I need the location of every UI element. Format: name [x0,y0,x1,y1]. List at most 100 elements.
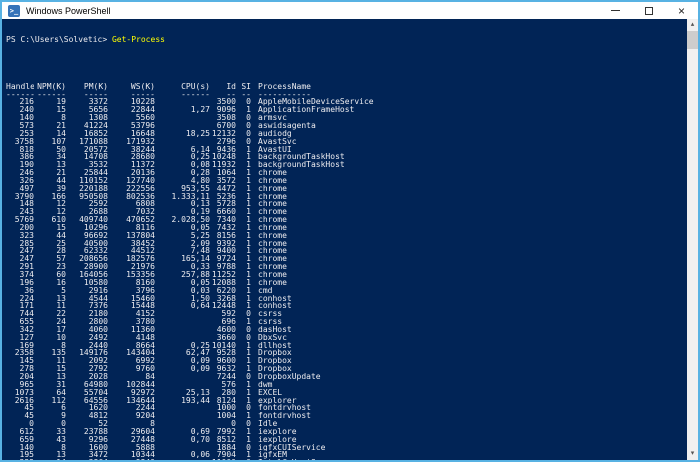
process-row: 2291428649840 110000IntelCpHeciSvc [6,459,687,460]
prompt-line: PS C:\Users\Solvetic> Get-Process [6,34,687,44]
process-row-cell: 1 [246,357,251,366]
process-row-cell: conhost [258,294,292,303]
process-row-cell: 323 [19,231,34,240]
process-row-cell: 15460 [130,294,155,303]
process-row-cell: 696 [221,318,236,326]
process-row-cell: DbxSvc [258,333,287,342]
process-row-cell: 0 [61,420,66,428]
process-row-cell: 140 [19,443,34,452]
prompt: PS C:\Users\Solvetic> [6,34,112,44]
process-row-cell: 21 [56,169,66,177]
maximize-button[interactable] [632,2,665,19]
scroll-down-icon[interactable]: ▾ [687,448,698,460]
process-row: 169 8 2440 8664 0,25 10140 1 dllhost [6,342,687,350]
process-row-cell [155,412,210,420]
process-row-cell: 2864 [66,459,108,460]
process-row-cell: dwm [258,380,273,389]
scrollbar-thumb[interactable] [687,31,698,49]
process-row-cell: 2180 [88,310,108,319]
process-row-cell: 44 [56,231,66,240]
process-row-cell: fontdrvhost [258,412,311,421]
titlebar[interactable]: >_ Windows PowerShell × [2,2,698,19]
process-row-cell: 278 [19,365,34,373]
process-row-cell: 92972 [130,388,155,397]
process-row-cell: 8156 [216,231,236,240]
process-row-cell: 0,05 [190,223,210,232]
process-row-cell: 3758 [14,137,34,146]
process-row-cell: 1 [246,263,251,271]
close-button[interactable]: × [665,2,698,19]
process-row: 3790 166 950508 802536 1.333,11 5236 1 chrome [6,193,687,201]
process-row-cell: 10 [56,333,66,342]
process-row: 246 21 25844 20136 0,28 1064 1 chrome [6,169,687,177]
process-row-cell: 64980 [83,380,108,389]
process-row: 965 31 64980 102844 576 1 dwm [6,381,687,389]
process-row-cell: 6660 [216,208,236,217]
process-row-cell: 0 [231,420,236,428]
process-row-cell: 11932 [211,161,236,170]
process-row-cell: 9392 [216,239,236,248]
process-row-cell: 57 [56,255,66,264]
process-row-cell: 9632 [216,365,236,373]
table-underline-row-cell: -- [241,90,251,99]
process-row-cell: 1 [246,231,251,240]
process-row-cell: 25 [56,239,66,248]
process-row-cell: 1884 [216,443,236,452]
process-row-cell [155,114,210,122]
process-row-cell: 0,69 [190,427,210,436]
process-row-cell: 9204 [135,412,155,421]
process-row-cell: 45 [24,404,34,413]
process-row-cell: 12 [56,208,66,217]
process-row-cell: 3268 [216,294,236,303]
process-row-cell: 1 [246,278,251,287]
process-row-cell: 573 [19,121,34,130]
scrollbar[interactable]: ▴ ▾ [687,19,698,460]
process-row-cell: 950508 [79,192,108,201]
process-row-cell [155,404,210,412]
table-underline-row-cell: ----- [83,90,108,99]
process-row-cell: 0,25 [190,153,210,162]
process-row-cell: 41224 [83,121,108,130]
process-row-cell: 8124 [216,396,236,405]
maximize-icon [644,6,653,15]
process-row-cell: 1 [246,255,251,264]
process-row-cell: dllhost [258,341,292,350]
process-row-cell: 8 [61,114,66,122]
process-row-cell: 0,25 [190,341,210,350]
process-row-cell: 5656 [88,106,108,115]
process-row-cell: 4472 [216,184,236,193]
process-row-cell: 7432 [216,223,236,232]
process-row-cell: 576 [221,380,236,389]
process-row-cell: 5728 [216,200,236,209]
process-row-cell: 0 [246,443,251,452]
process-row-cell: 40500 [83,239,108,248]
table-underline-row-cell: ------ [37,90,66,99]
process-row-cell: 1 [246,200,251,209]
process-row-cell [155,381,210,389]
process-row-cell: 22 [56,310,66,319]
process-row-cell: chrome [258,176,287,185]
process-row-cell: iexplore [258,427,297,436]
process-row-cell: 1.333,11 [171,192,210,201]
process-row-cell: 171088 [79,137,108,146]
process-row: 247 57 208656 182576 165,14 9724 1 chrome [6,255,687,263]
scroll-up-icon[interactable]: ▴ [687,19,698,31]
process-row-cell: chrome [258,247,287,256]
process-row-cell: 0 [246,137,251,146]
process-row: 2616 112 64556 134644 193,44 8124 1 explorer [6,397,687,405]
process-row-cell: 64 [56,388,66,397]
process-row: 45 9 4812 9204 1004 1 fontdrvhost [6,412,687,420]
process-row-cell: 29604 [130,427,155,436]
process-row-cell: 18,25 [185,129,210,138]
process-row-cell: cmd [258,286,273,295]
process-row-cell: 0,33 [190,263,210,271]
process-row-cell: 164056 [79,271,108,279]
process-row-cell: igfxCUIService [258,443,326,452]
console-output[interactable]: PS C:\Users\Solvetic> Get-Process Handle… [2,19,687,460]
process-row-cell: 3796 [135,286,155,295]
process-row-cell: 10228 [130,98,155,107]
process-row: 140 8 1600 5888 1884 0 igfxCUIService [6,444,687,452]
process-row-cell: 204 [19,372,34,381]
minimize-button[interactable] [599,2,632,19]
process-row-cell: 15 [56,365,66,373]
